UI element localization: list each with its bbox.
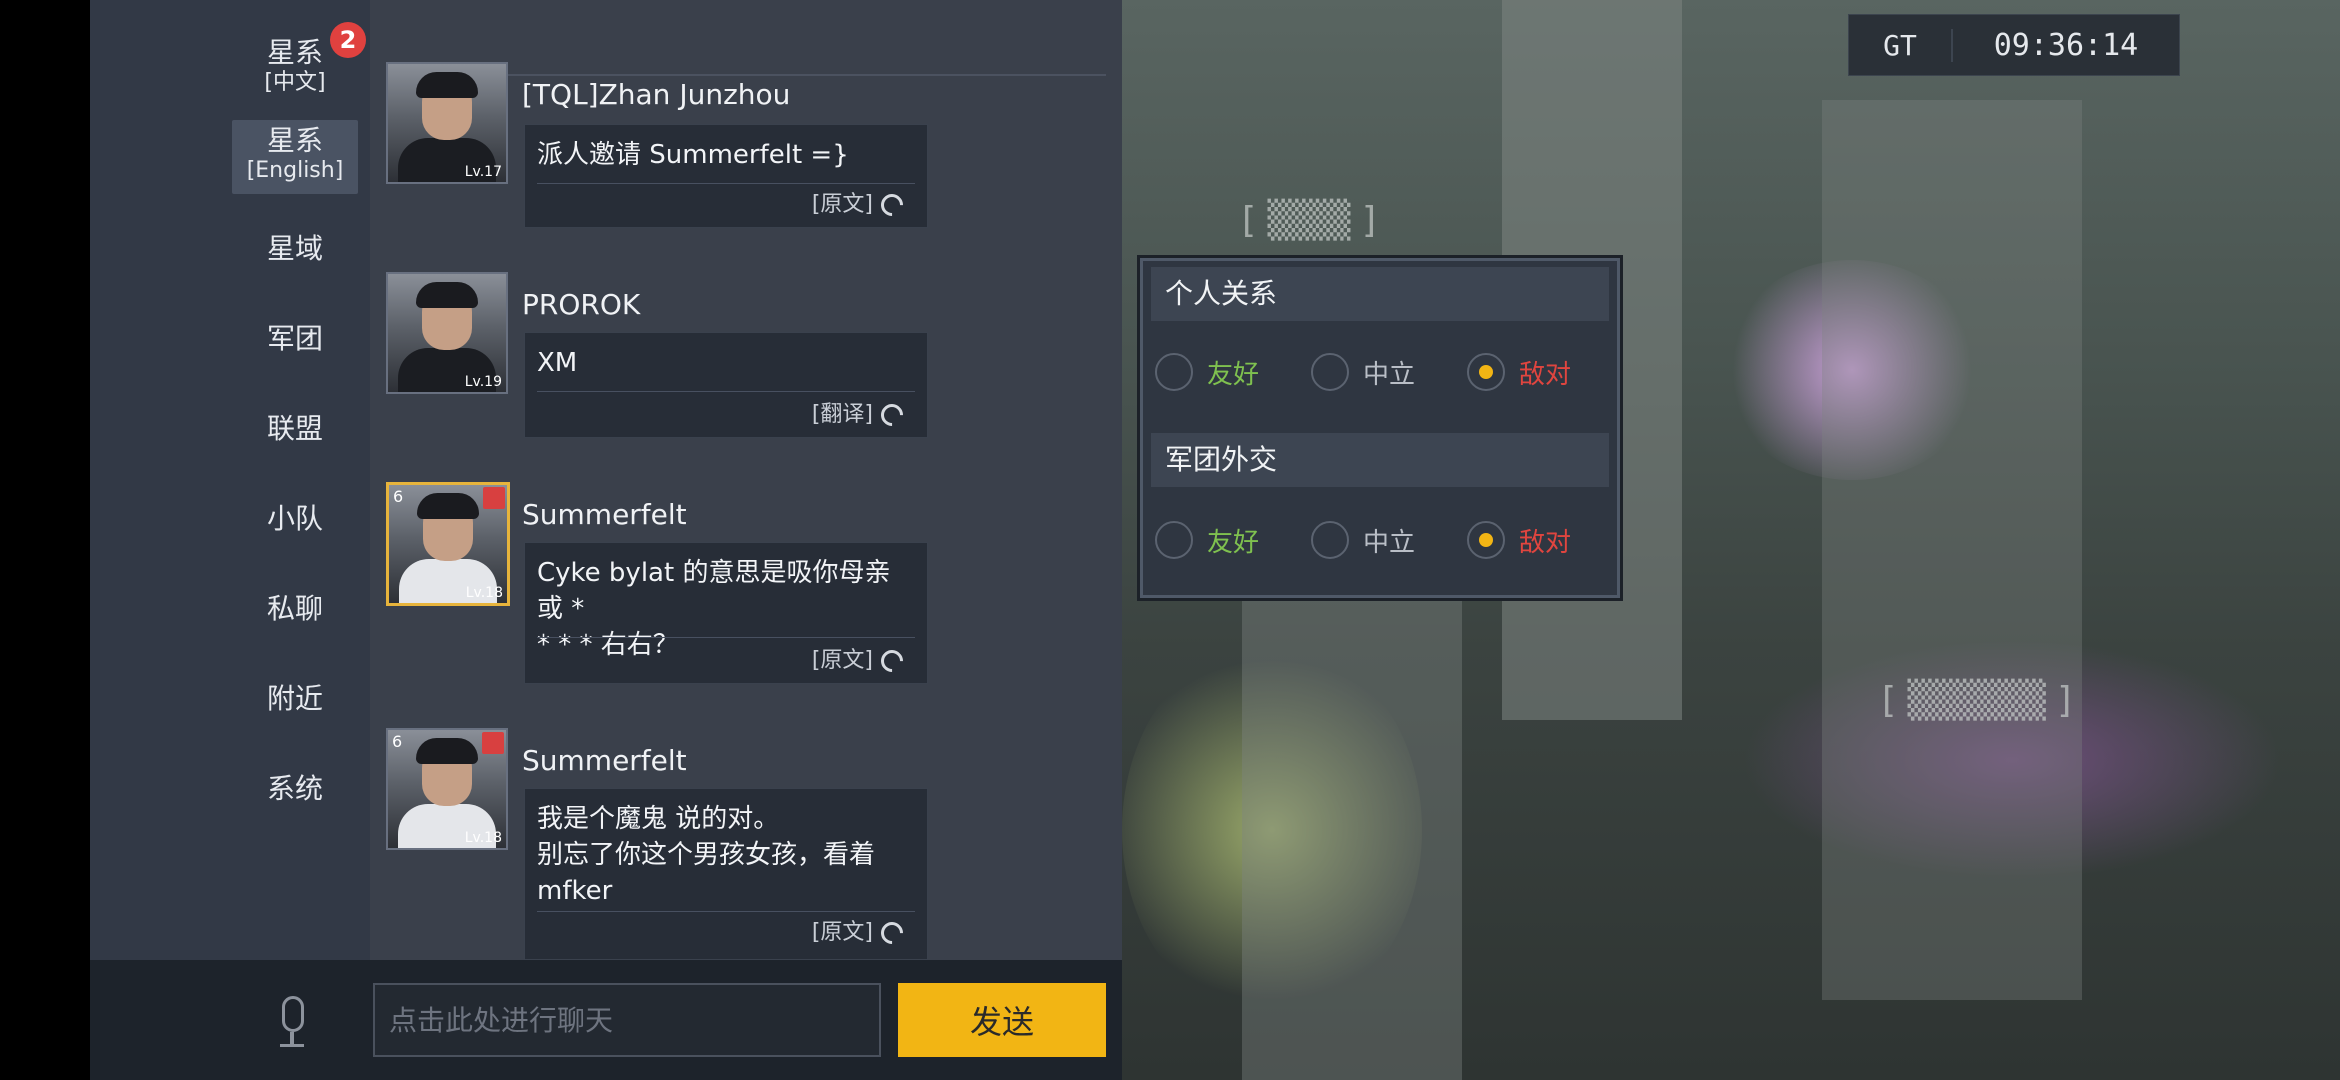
translate-label: [翻译] <box>811 402 873 427</box>
left-margin <box>0 0 90 1080</box>
clock-time: 09:36:14 <box>1993 27 2139 63</box>
tab-label: 星系 <box>266 124 323 157</box>
player-avatar[interactable]: Lv.19 <box>386 272 508 394</box>
option-label: 敌对 <box>1519 527 1572 558</box>
level-label: Lv.17 <box>464 164 502 180</box>
original-label: [原文] <box>811 920 873 945</box>
tab-sublabel: [English] <box>246 158 344 183</box>
original-label: [原文] <box>811 648 873 673</box>
original-text-button[interactable]: [原文] <box>811 915 908 951</box>
sender-name[interactable]: Summerfelt <box>522 498 687 531</box>
radio-button[interactable] <box>1155 521 1193 559</box>
sender-name[interactable]: [TQL]Zhan Junzhou <box>522 78 790 111</box>
option-label: 友好 <box>1207 359 1260 390</box>
option-label: 友好 <box>1207 527 1260 558</box>
send-button[interactable]: 发送 <box>898 983 1106 1057</box>
player-avatar[interactable]: 6 Lv.18 <box>386 728 508 850</box>
message-text-line: Cyke bylat 的意思是吸你母亲或 * <box>537 558 891 624</box>
player-avatar[interactable]: 6 Lv.18 <box>386 482 510 606</box>
tab-galaxy-english[interactable]: 星系 [English] <box>232 120 358 194</box>
tab-fleet[interactable]: 小队 <box>232 502 358 536</box>
sender-name[interactable]: PROROK <box>522 288 640 321</box>
clock-zone: GT <box>1849 28 1953 62</box>
badge-icon <box>483 487 505 509</box>
refresh-icon <box>876 399 908 431</box>
game-clock: GT 09:36:14 <box>1848 14 2180 76</box>
option-label: 敌对 <box>1519 359 1572 390</box>
message-text-line: 我是个魔鬼 说的对。 <box>537 804 780 834</box>
tab-corporation[interactable]: 军团 <box>232 322 358 356</box>
message-text: XM <box>537 348 578 378</box>
badge-icon <box>482 732 504 754</box>
message-bubble: 我是个魔鬼 说的对。 别忘了你这个男孩女孩，看着 mfker [原文] <box>524 788 928 960</box>
level-label: Lv.19 <box>464 374 502 390</box>
corp-hostile-option[interactable]: 敌对 <box>1467 521 1571 559</box>
refresh-icon <box>876 189 908 221</box>
microphone-base <box>280 1044 304 1047</box>
microphone-icon[interactable] <box>282 996 304 1032</box>
personal-hostile-option[interactable]: 敌对 <box>1467 353 1571 391</box>
chat-input[interactable] <box>373 983 881 1057</box>
personal-friendly-option[interactable]: 友好 <box>1155 353 1259 391</box>
translate-button[interactable]: [翻译] <box>811 397 908 433</box>
tab-alliance[interactable]: 联盟 <box>232 412 358 446</box>
level-label: Lv.18 <box>465 585 503 601</box>
player-avatar[interactable]: Lv.17 <box>386 62 508 184</box>
radio-button-selected[interactable] <box>1467 353 1505 391</box>
option-label: 中立 <box>1363 527 1416 558</box>
tab-sublabel: [中文] <box>264 70 326 95</box>
corp-friendly-option[interactable]: 友好 <box>1155 521 1259 559</box>
sender-name[interactable]: Summerfelt <box>522 744 687 777</box>
tab-private[interactable]: 私聊 <box>232 592 358 626</box>
message-bubble: Cyke bylat 的意思是吸你母亲或 * * * * 右右？ [原文] <box>524 542 928 684</box>
message-text-line: 别忘了你这个男孩女孩，看着 <box>537 840 876 870</box>
tab-label: 星系 <box>266 36 323 69</box>
level-label: Lv.18 <box>464 830 502 846</box>
original-label: [原文] <box>811 192 873 217</box>
personal-relation-title: 个人关系 <box>1151 267 1609 321</box>
corp-diplomacy-title: 军团外交 <box>1151 433 1609 487</box>
radio-button-selected[interactable] <box>1467 521 1505 559</box>
original-text-button[interactable]: [原文] <box>811 187 908 223</box>
message-bubble: XM [翻译] <box>524 332 928 438</box>
personal-neutral-option[interactable]: 中立 <box>1311 353 1415 391</box>
radio-button[interactable] <box>1311 521 1349 559</box>
tab-nearby[interactable]: 附近 <box>232 682 358 716</box>
radio-button[interactable] <box>1155 353 1193 391</box>
refresh-icon <box>876 917 908 949</box>
message-bubble: 派人邀请 Summerfelt =} [原文] <box>524 124 928 228</box>
tab-system[interactable]: 系统 <box>232 772 358 806</box>
corp-neutral-option[interactable]: 中立 <box>1311 521 1415 559</box>
option-label: 中立 <box>1363 359 1416 390</box>
message-text-line: mfker <box>537 876 613 906</box>
refresh-icon <box>876 645 908 677</box>
original-text-button[interactable]: [原文] <box>811 643 908 679</box>
message-text: 派人邀请 Summerfelt =} <box>537 140 849 170</box>
relation-popup: 个人关系 友好 中立 敌对 军团外交 友好 中立 敌对 <box>1140 258 1620 598</box>
radio-button[interactable] <box>1311 353 1349 391</box>
rank-label: 6 <box>392 732 403 751</box>
tab-constellation[interactable]: 星域 <box>232 232 358 266</box>
unread-badge: 2 <box>330 22 366 58</box>
rank-label: 6 <box>393 487 404 506</box>
